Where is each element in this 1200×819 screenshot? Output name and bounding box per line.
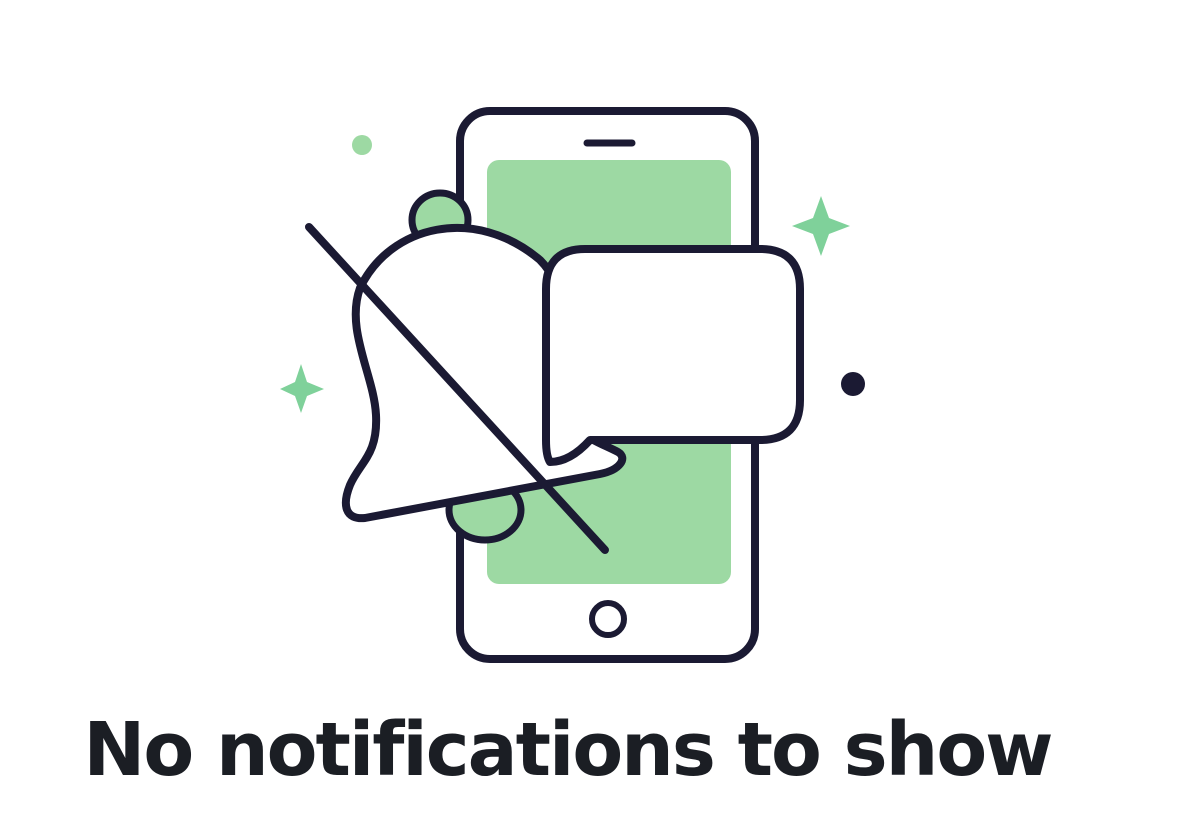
- empty-state-message: No notifications to show: [83, 707, 1053, 793]
- sparkle-icon: [792, 196, 850, 256]
- chat-bubble-icon: [542, 245, 804, 466]
- empty-notifications-illustration: [280, 107, 865, 663]
- dot-icon: [841, 372, 865, 396]
- dot-icon: [352, 135, 372, 155]
- sparkle-icon: [280, 364, 324, 413]
- empty-state: No notifications to show: [0, 0, 1200, 819]
